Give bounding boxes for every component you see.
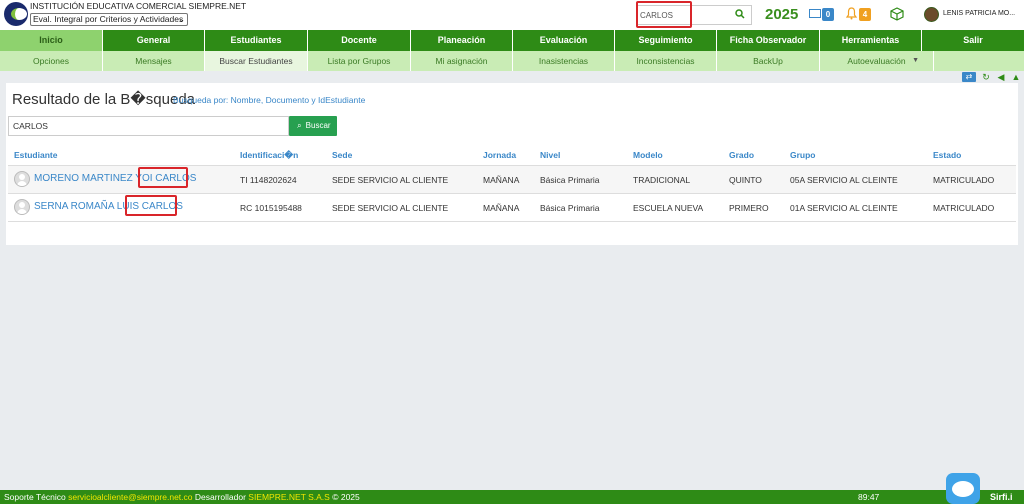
student-search-input[interactable]: CARLOS (8, 116, 289, 136)
notifications-badge[interactable]: 4 (859, 8, 871, 21)
subnav-lista-por-grupos[interactable]: Lista por Grupos (308, 51, 410, 71)
nav-planeacion[interactable]: Planeación (411, 30, 512, 51)
search-button[interactable]: ⌕ Buscar (289, 116, 337, 136)
subnav-autoevaluacion[interactable]: Autoevaluación ▼ (820, 51, 933, 71)
nav-seguimiento[interactable]: Seguimiento (615, 30, 716, 51)
messages-badge[interactable]: 0 (822, 8, 834, 21)
nav-docente[interactable]: Docente (308, 30, 410, 51)
carlos-highlight-box (138, 167, 188, 188)
student-modelo: TRADICIONAL (633, 175, 691, 185)
brand-logo: Sirfi.i (990, 492, 1013, 502)
col-identificacion: Identificaci�n (240, 150, 299, 160)
nav-estudiantes[interactable]: Estudiantes (205, 30, 307, 51)
page-subtitle: Busqueda por: Nombre, Documento y IdEstu… (173, 95, 366, 105)
chat-icon[interactable] (946, 473, 980, 504)
col-estado: Estado (933, 150, 962, 160)
sub-nav: Opciones Mensajes Buscar Estudiantes Lis… (0, 51, 1024, 71)
search-highlight-box (636, 1, 692, 28)
subnav-buscar-estudiantes[interactable]: Buscar Estudiantes (205, 51, 307, 71)
student-sede: SEDE SERVICIO AL CLIENTE (332, 175, 449, 185)
student-grado: PRIMERO (729, 203, 769, 213)
footer-info: Soporte Técnico servicioalcliente@siempr… (4, 490, 360, 504)
student-jornada: MAÑANA (483, 203, 520, 213)
subnav-autoevaluacion-label: Autoevaluación (847, 56, 906, 66)
user-name[interactable]: LENIS PATRICIA MO... (943, 10, 1015, 17)
student-grupo: 01A SERVICIO AL CLEINTE (790, 203, 898, 213)
col-modelo: Modelo (633, 150, 663, 160)
subnav-empty (934, 51, 1024, 71)
nav-salir[interactable]: Salir (922, 30, 1024, 51)
support-email-link[interactable]: servicioalcliente@siempre.net.co (68, 492, 192, 502)
person-icon (14, 171, 30, 187)
student-grupo: 05A SERVICIO AL CLEINTE (790, 175, 898, 185)
subnav-opciones[interactable]: Opciones (0, 51, 102, 71)
developer-link[interactable]: SIEMPRE.NET S.A.S (248, 492, 330, 502)
search-icon[interactable] (735, 9, 745, 19)
refresh-icon[interactable]: ↻ (981, 72, 991, 82)
support-label: Soporte Técnico (4, 492, 66, 502)
bell-icon[interactable] (846, 7, 857, 20)
student-modelo: ESCUELA NUEVA (633, 203, 704, 213)
chevron-down-icon: ⌄ (178, 15, 185, 24)
institution-name: INSTITUCIÓN EDUCATIVA COMERCIAL SIEMPRE.… (30, 1, 247, 11)
back-icon[interactable]: ◀ (996, 72, 1006, 82)
search-button-label: Buscar (305, 121, 331, 130)
student-id: RC 1015195488 (240, 203, 302, 213)
subnav-mensajes[interactable]: Mensajes (103, 51, 204, 71)
student-grado: QUINTO (729, 175, 762, 185)
subnav-mi-asignacion[interactable]: Mi asignación (411, 51, 512, 71)
student-sede: SEDE SERVICIO AL CLIENTE (332, 203, 449, 213)
nav-herramientas[interactable]: Herramientas (820, 30, 921, 51)
search-icon: ⌕ (297, 121, 302, 130)
institution-logo[interactable] (4, 2, 28, 26)
student-jornada: MAÑANA (483, 175, 520, 185)
nav-general[interactable]: General (103, 30, 204, 51)
col-grupo: Grupo (790, 150, 816, 160)
up-arrow-icon[interactable]: ▲ (1011, 72, 1021, 82)
results-panel: Resultado de la B�squeda Busqueda por: N… (6, 83, 1018, 245)
col-nivel: Nivel (540, 150, 561, 160)
student-nivel: Básica Primaria (540, 175, 600, 185)
session-timer: 89:47 (858, 492, 880, 502)
caret-down-icon: ▼ (912, 57, 919, 64)
nav-ficha-observador[interactable]: Ficha Observador (717, 30, 819, 51)
student-id: TI 1148202624 (240, 175, 297, 185)
developer-label: Desarrollador (194, 492, 246, 502)
main-nav: Inicio General Estudiantes Docente Plane… (0, 30, 1024, 51)
student-estado: MATRICULADO (933, 203, 995, 213)
col-grado: Grado (729, 150, 755, 160)
col-sede: Sede (332, 150, 353, 160)
row-divider (8, 221, 1016, 222)
subnav-inasistencias[interactable]: Inasistencias (513, 51, 614, 71)
carlos-highlight-box (125, 195, 177, 216)
user-avatar[interactable] (924, 7, 939, 22)
evaluation-select[interactable]: Eval. Integral por Criterios y Actividad… (30, 13, 188, 26)
footer: Soporte Técnico servicioalcliente@siempr… (0, 490, 1024, 504)
page-title: Resultado de la B�squeda (12, 91, 196, 108)
nav-inicio[interactable]: Inicio (0, 30, 102, 51)
cube-icon[interactable] (890, 7, 904, 21)
nav-evaluacion[interactable]: Evaluación (513, 30, 614, 51)
top-header: INSTITUCIÓN EDUCATIVA COMERCIAL SIEMPRE.… (0, 0, 1024, 30)
subnav-inconsistencias[interactable]: Inconsistencias (615, 51, 716, 71)
col-jornada: Jornada (483, 150, 517, 160)
evaluation-select-value: Eval. Integral por Criterios y Actividad… (33, 14, 184, 24)
student-estado: MATRICULADO (933, 175, 995, 185)
swap-icon[interactable]: ⇄ (962, 72, 976, 82)
mail-icon[interactable] (809, 9, 821, 18)
student-nivel: Básica Primaria (540, 203, 600, 213)
copyright: © 2025 (332, 492, 360, 502)
subnav-backup[interactable]: BackUp (717, 51, 819, 71)
year-label: 2025 (765, 6, 799, 23)
col-estudiante: Estudiante (14, 150, 58, 160)
person-icon (14, 199, 30, 215)
